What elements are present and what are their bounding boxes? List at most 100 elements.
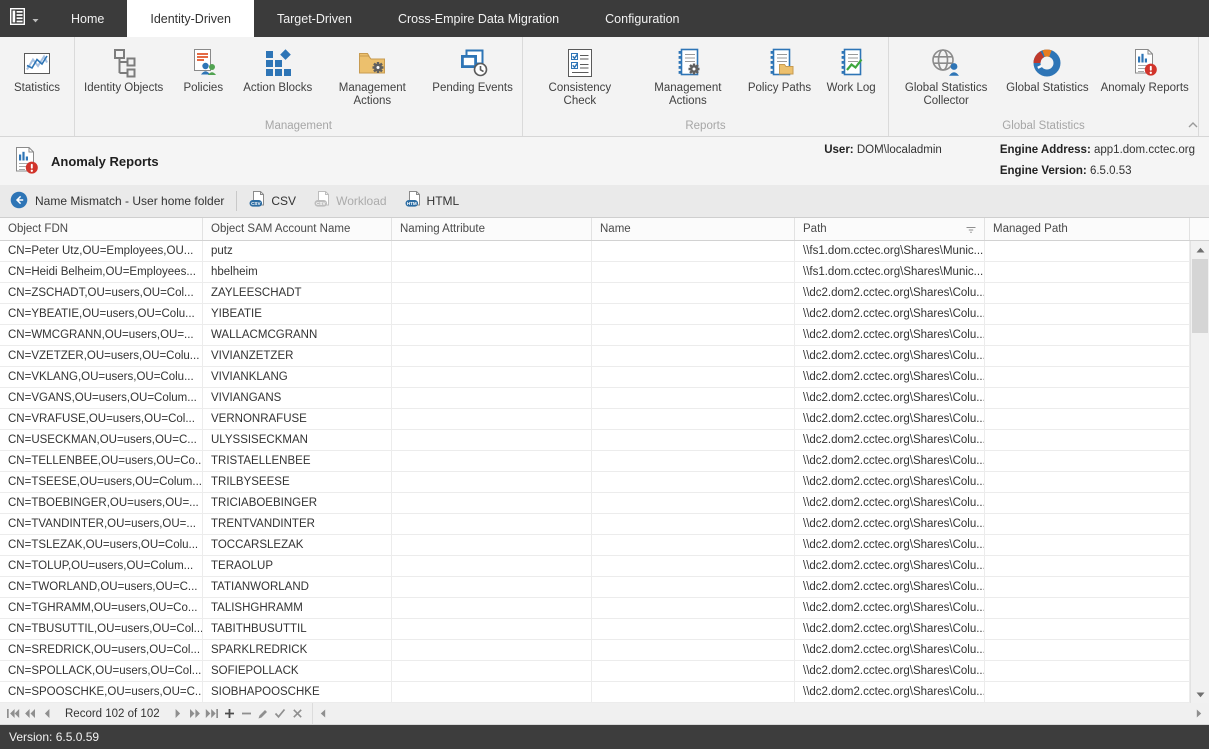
cell-path: \\dc2.dom2.cctec.org\Shares\Colu... [795, 577, 985, 597]
back-button-label: Name Mismatch - User home folder [35, 194, 224, 208]
column-header-name[interactable]: Name [592, 218, 795, 240]
ribbon-item-policy-paths[interactable]: Policy Paths [742, 42, 817, 97]
policies-icon [187, 44, 219, 82]
scroll-right-arrow[interactable] [1192, 707, 1206, 721]
ribbon-item-global-statistics-collector[interactable]: Global Statistics Collector [892, 42, 1000, 110]
cell-path: \\dc2.dom2.cctec.org\Shares\Colu... [795, 304, 985, 324]
table-row[interactable]: CN=TWORLAND,OU=users,OU=C...TATIANWORLAN… [0, 577, 1209, 598]
nav-last-button[interactable] [204, 705, 221, 722]
table-row[interactable]: CN=VKLANG,OU=users,OU=Colu...VIVIANKLANG… [0, 367, 1209, 388]
table-row[interactable]: CN=VZETZER,OU=users,OU=Colu...VIVIANZETZ… [0, 346, 1209, 367]
nav-delete-button[interactable] [238, 705, 255, 722]
column-header-naming-attribute[interactable]: Naming Attribute [392, 218, 592, 240]
ribbon-group-label: Global Statistics [892, 119, 1195, 136]
ribbon-item-work-log[interactable]: Work Log [817, 42, 885, 97]
nav-append-button[interactable] [221, 705, 238, 722]
app-menu-button[interactable] [0, 0, 48, 37]
csv-export-button[interactable]: CSVCSV [249, 191, 296, 211]
table-row[interactable]: CN=USECKMAN,OU=users,OU=C...ULYSSISECKMA… [0, 430, 1209, 451]
table-row[interactable]: CN=TELLENBEE,OU=users,OU=Co...TRISTAELLE… [0, 451, 1209, 472]
ribbon-item-pending-events[interactable]: Pending Events [426, 42, 519, 97]
table-row[interactable]: CN=TGHRAMM,OU=users,OU=Co...TALISHGHRAMM… [0, 598, 1209, 619]
collapse-ribbon-button[interactable] [1185, 118, 1201, 132]
ribbon-group-global-statistics: Global Statistics CollectorGlobal Statis… [889, 37, 1199, 136]
table-row[interactable]: CN=Peter Utz,OU=Employees,OU...putz\\fs1… [0, 241, 1209, 262]
ribbon-item-anomaly-reports[interactable]: Anomaly Reports [1095, 42, 1195, 97]
scroll-down-arrow[interactable] [1191, 686, 1209, 703]
column-header-label: Managed Path [993, 223, 1068, 235]
table-row[interactable]: CN=Heidi Belheim,OU=Employees...hbelheim… [0, 262, 1209, 283]
horizontal-scrollbar[interactable] [312, 703, 1209, 724]
tab-identity-driven[interactable]: Identity-Driven [127, 0, 254, 37]
tab-home[interactable]: Home [48, 0, 127, 37]
ribbon-item-policies[interactable]: Policies [169, 42, 237, 97]
cell-name [592, 346, 795, 366]
table-row[interactable]: CN=TBOEBINGER,OU=users,OU=...TRICIABOEBI… [0, 493, 1209, 514]
version-label: Version: 6.5.0.59 [9, 730, 99, 744]
ribbon-item-management-actions-report[interactable]: Management Actions [634, 42, 742, 110]
table-row[interactable]: CN=TSLEZAK,OU=users,OU=Colu...TOCCARSLEZ… [0, 535, 1209, 556]
table-row[interactable]: CN=TSEESE,OU=users,OU=Colum...TRILBYSEES… [0, 472, 1209, 493]
nav-prev-button[interactable] [38, 705, 55, 722]
table-row[interactable]: CN=WMCGRANN,OU=users,OU=...WALLACMCGRANN… [0, 325, 1209, 346]
table-row[interactable]: CN=ZSCHADT,OU=users,OU=Col...ZAYLEESCHAD… [0, 283, 1209, 304]
cell-name [592, 304, 795, 324]
cell-object-sam-account-name: TRISTAELLENBEE [203, 451, 392, 471]
vertical-scrollbar-thumb[interactable] [1192, 259, 1208, 333]
nav-end-edit-button[interactable] [272, 705, 289, 722]
ribbon-item-global-statistics[interactable]: Global Statistics [1000, 42, 1094, 97]
ribbon-item-label: Policies [183, 82, 223, 95]
cell-name [592, 451, 795, 471]
svg-text:CSV: CSV [316, 201, 326, 206]
nav-edit-button[interactable] [255, 705, 272, 722]
column-header-object-fdn[interactable]: Object FDN [0, 218, 203, 240]
ribbon-item-statistics[interactable]: Statistics [3, 42, 71, 97]
status-bar: Version: 6.5.0.59 [0, 725, 1209, 749]
nav-cancel-edit-button[interactable] [289, 705, 306, 722]
csv-icon: CSV [249, 191, 266, 211]
ribbon-item-identity-objects[interactable]: Identity Objects [78, 42, 169, 97]
table-row[interactable]: CN=SREDRICK,OU=users,OU=Col...SPARKLREDR… [0, 640, 1209, 661]
html-export-button[interactable]: HTMHTML [405, 191, 460, 211]
cell-naming-attribute [392, 409, 592, 429]
table-row[interactable]: CN=SPOLLACK,OU=users,OU=Col...SOFIEPOLLA… [0, 661, 1209, 682]
cell-object-fdn: CN=SPOOSCHKE,OU=users,OU=C... [0, 682, 203, 702]
table-row[interactable]: CN=VRAFUSE,OU=users,OU=Col...VERNONRAFUS… [0, 409, 1209, 430]
tab-configuration[interactable]: Configuration [582, 0, 702, 37]
nav-next-button[interactable] [170, 705, 187, 722]
nav-next-page-button[interactable] [187, 705, 204, 722]
cell-path: \\dc2.dom2.cctec.org\Shares\Colu... [795, 619, 985, 639]
ribbon-item-label: Action Blocks [243, 82, 312, 95]
cell-name [592, 493, 795, 513]
scroll-up-arrow[interactable] [1191, 241, 1209, 258]
table-row[interactable]: CN=TVANDINTER,OU=users,OU=...TRENTVANDIN… [0, 514, 1209, 535]
cell-name [592, 241, 795, 261]
cell-naming-attribute [392, 577, 592, 597]
table-row[interactable]: CN=TBUSUTTIL,OU=users,OU=Col...TABITHBUS… [0, 619, 1209, 640]
back-button[interactable]: Name Mismatch - User home folder [10, 191, 224, 212]
cell-managed-path [985, 640, 1190, 660]
tab-target-driven[interactable]: Target-Driven [254, 0, 375, 37]
table-row[interactable]: CN=YBEATIE,OU=users,OU=Colu...YIBEATIE\\… [0, 304, 1209, 325]
tab-cross-empire-data-migration[interactable]: Cross-Empire Data Migration [375, 0, 582, 37]
table-row[interactable]: CN=VGANS,OU=users,OU=Colum...VIVIANGANS\… [0, 388, 1209, 409]
cell-object-sam-account-name: putz [203, 241, 392, 261]
column-header-managed-path[interactable]: Managed Path [985, 218, 1190, 240]
ribbon-item-management-actions[interactable]: Management Actions [318, 42, 426, 110]
cell-name [592, 514, 795, 534]
ribbon-item-consistency-check[interactable]: Consistency Check [526, 42, 634, 110]
column-header-path[interactable]: Path [795, 218, 985, 240]
table-row[interactable]: CN=TOLUP,OU=users,OU=Colum...TERAOLUP\\d… [0, 556, 1209, 577]
cell-managed-path [985, 598, 1190, 618]
nav-prev-page-button[interactable] [21, 705, 38, 722]
table-row[interactable]: CN=SPOOSCHKE,OU=users,OU=C...SIOBHAPOOSC… [0, 682, 1209, 703]
vertical-scrollbar[interactable] [1190, 241, 1209, 703]
engine-address-info: Engine Address: app1.dom.cctec.org [1000, 144, 1195, 156]
cell-name [592, 325, 795, 345]
cell-path: \\dc2.dom2.cctec.org\Shares\Colu... [795, 640, 985, 660]
filter-icon[interactable] [966, 226, 976, 233]
ribbon-item-action-blocks[interactable]: Action Blocks [237, 42, 318, 97]
column-header-object-sam-account-name[interactable]: Object SAM Account Name [203, 218, 392, 240]
scroll-left-arrow[interactable] [316, 707, 330, 721]
nav-first-button[interactable] [4, 705, 21, 722]
